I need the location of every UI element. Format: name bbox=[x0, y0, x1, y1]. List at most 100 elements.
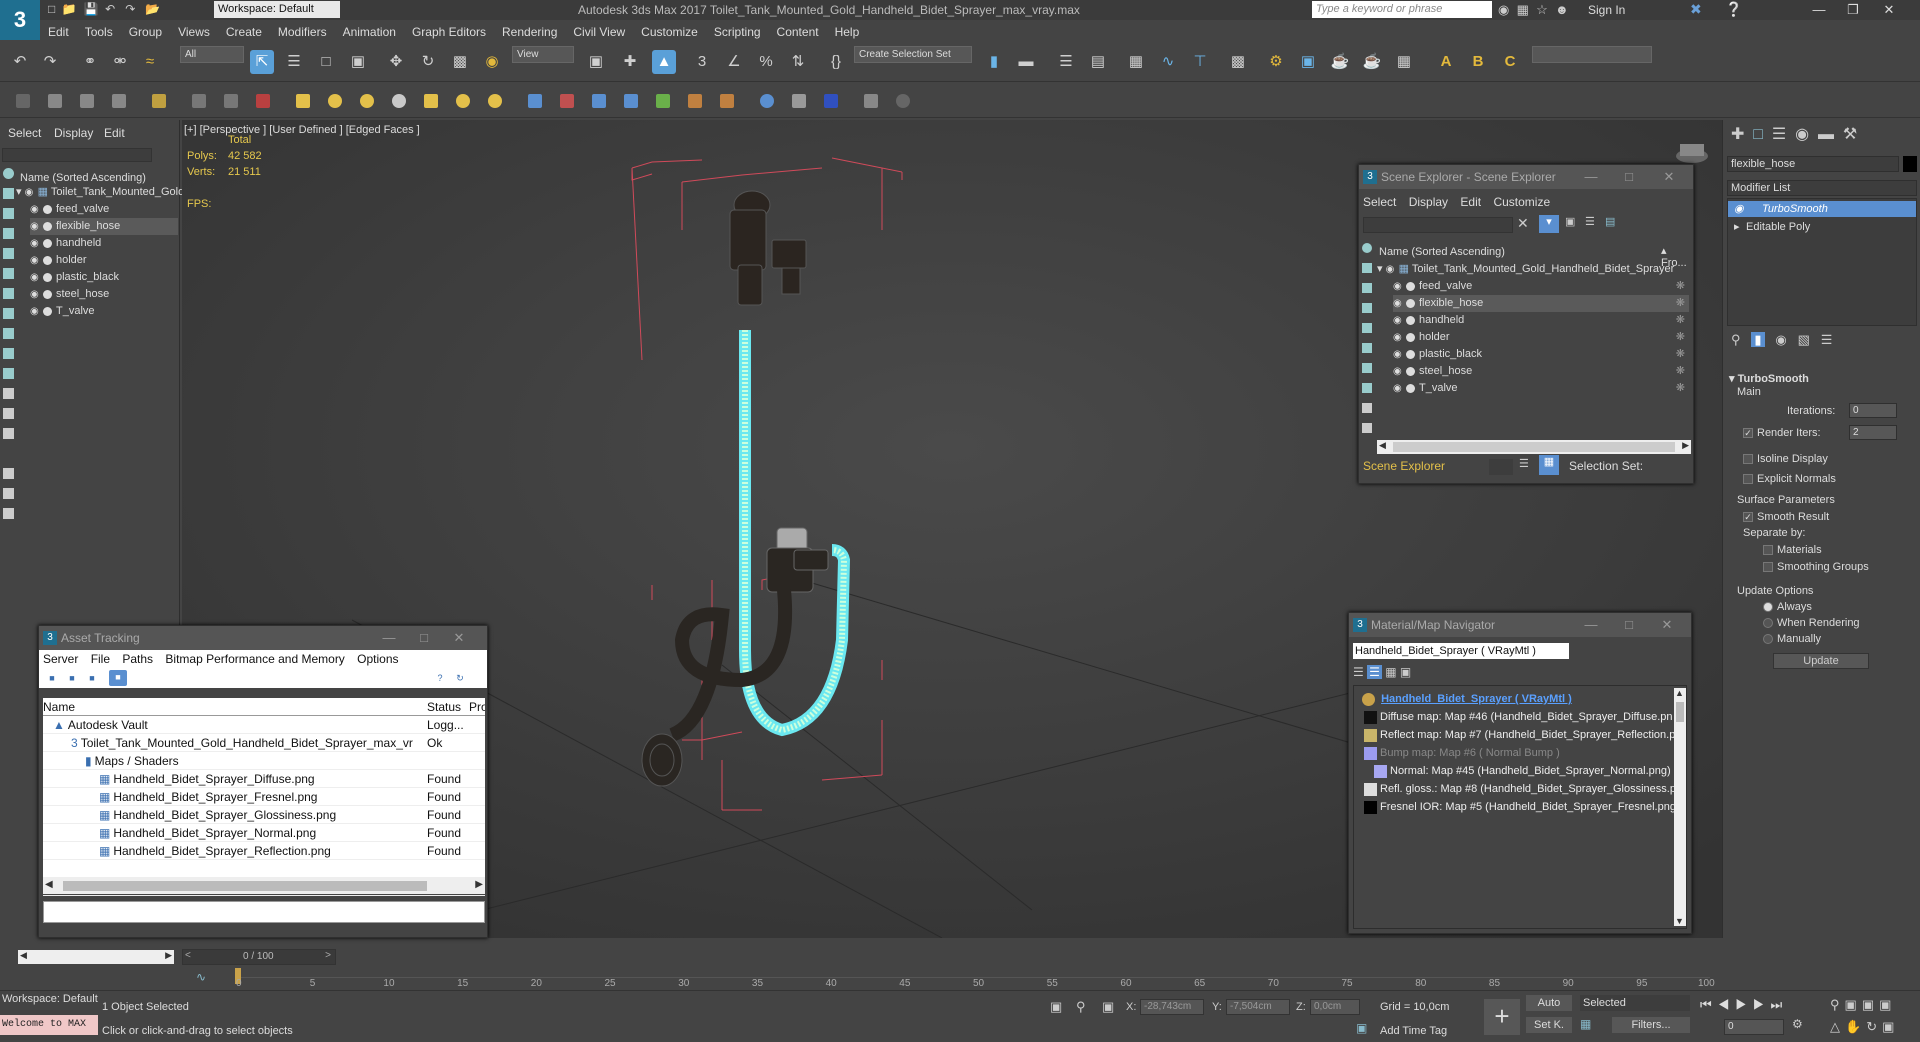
prev-frame-icon[interactable]: < bbox=[185, 950, 191, 961]
materials-checkbox[interactable] bbox=[1763, 545, 1773, 556]
autodesk-exchange-icon[interactable]: ✖ bbox=[1690, 1, 1702, 18]
pin-stack-icon[interactable]: ⚲ bbox=[1731, 332, 1741, 347]
undo-icon[interactable]: ↶ bbox=[105, 2, 115, 16]
side-icon-3[interactable] bbox=[3, 208, 14, 219]
light-icon-5[interactable] bbox=[424, 94, 438, 108]
asset-tracking-titlebar[interactable]: 3 Asset Tracking — □ ✕ bbox=[39, 626, 487, 650]
close-icon[interactable]: ✕ bbox=[1647, 613, 1687, 637]
time-config-icon[interactable]: ⚙ bbox=[1792, 1017, 1803, 1031]
explicit-normals-row[interactable]: Explicit Normals bbox=[1743, 473, 1836, 485]
menu-customize[interactable]: Customize bbox=[633, 21, 706, 41]
isoline-checkbox[interactable] bbox=[1743, 454, 1753, 465]
time-tag-icon[interactable]: ▣ bbox=[1356, 1021, 1367, 1035]
edit-named-selection-icon[interactable]: {} bbox=[824, 50, 848, 74]
side-icon-9[interactable] bbox=[3, 328, 14, 339]
vray-b-icon[interactable]: B bbox=[1466, 50, 1490, 74]
asset-tool-4-icon[interactable]: ■ bbox=[109, 670, 127, 686]
se-side-icon-6[interactable] bbox=[1362, 343, 1372, 353]
asset-help-icon[interactable]: ? bbox=[433, 671, 447, 685]
pivot-center-icon[interactable]: ▣ bbox=[584, 50, 608, 74]
freeze-icon[interactable] bbox=[1406, 298, 1415, 308]
menu-animation[interactable]: Animation bbox=[335, 21, 404, 41]
eye-icon[interactable]: ◉ bbox=[30, 218, 40, 235]
scroll-right-icon[interactable]: ▶ bbox=[475, 879, 483, 890]
light-icon-2[interactable] bbox=[328, 94, 342, 108]
se-side-icon-5[interactable] bbox=[1362, 323, 1372, 333]
eye-icon[interactable]: ◉ bbox=[1734, 201, 1744, 217]
asset-row[interactable]: 3 Toilet_Tank_Mounted_Gold_Handheld_Bidet… bbox=[43, 734, 485, 752]
pan-icon[interactable]: ✋ bbox=[1845, 1019, 1866, 1034]
asset-refresh-icon[interactable]: ↻ bbox=[453, 671, 467, 685]
freeze-icon[interactable] bbox=[43, 306, 52, 316]
tool-icon-8[interactable] bbox=[256, 94, 270, 108]
extra-toolbar-dropdown[interactable] bbox=[1532, 46, 1652, 63]
eye-icon[interactable]: ◉ bbox=[1393, 363, 1403, 380]
lock-icon[interactable]: ▣ bbox=[1565, 215, 1575, 228]
maximize-icon[interactable]: □ bbox=[1609, 613, 1649, 637]
freeze-toggle-icon[interactable]: ❋ bbox=[1676, 363, 1685, 380]
expand-icon[interactable]: ▾ bbox=[1377, 263, 1383, 275]
scroll-thumb[interactable] bbox=[63, 881, 427, 891]
auto-key-button[interactable]: Auto bbox=[1526, 995, 1572, 1011]
star-icon[interactable]: ☆ bbox=[1536, 2, 1548, 17]
view-large-icons-icon[interactable]: ▣ bbox=[1400, 665, 1411, 679]
menu-edit[interactable]: Edit bbox=[40, 21, 77, 41]
update-when-rendering-row[interactable]: When Rendering bbox=[1763, 617, 1860, 629]
se-footer-dropdown[interactable] bbox=[1489, 459, 1513, 475]
tool-icon-2[interactable] bbox=[48, 94, 62, 108]
asset-menu-bitmap[interactable]: Bitmap Performance and Memory bbox=[165, 652, 344, 666]
left-panel-scrollbar[interactable]: ◀ ▶ bbox=[18, 950, 174, 964]
asset-menu-server[interactable]: Server bbox=[43, 652, 78, 666]
stack-item-editable-poly[interactable]: ▸ Editable Poly bbox=[1728, 219, 1916, 235]
vray-help-icon[interactable] bbox=[896, 94, 910, 108]
menu-views[interactable]: Views bbox=[170, 21, 218, 41]
se-side-icon-3[interactable] bbox=[1362, 283, 1372, 293]
col-name[interactable]: Name bbox=[43, 698, 423, 716]
stack-item-turbosmooth[interactable]: ◉ TurboSmooth bbox=[1728, 201, 1916, 217]
smoothing-groups-checkbox[interactable] bbox=[1763, 562, 1773, 573]
redo-icon[interactable]: ↷ bbox=[125, 2, 135, 16]
asset-row[interactable]: ▲ Autodesk Vault Logg... bbox=[43, 716, 485, 734]
geometry-icon-6[interactable] bbox=[688, 94, 702, 108]
matnav-vertical-scrollbar[interactable]: ▲ ▼ bbox=[1674, 688, 1686, 926]
modifier-list-dropdown[interactable]: Modifier List bbox=[1727, 180, 1917, 196]
configure-modifier-icon[interactable]: ☰ bbox=[1821, 332, 1833, 347]
left-tree-item[interactable]: ◉ handheld bbox=[30, 235, 178, 252]
left-search-field[interactable] bbox=[2, 148, 152, 162]
material-map-row[interactable]: Refl. gloss.: Map #8 (Handheld_Bidet_Spr… bbox=[1364, 780, 1678, 798]
vray-fur-icon[interactable] bbox=[824, 94, 838, 108]
update-button[interactable]: Update bbox=[1773, 653, 1869, 669]
col-pro[interactable]: Pro bbox=[469, 698, 485, 716]
toggle-scene-explorer-icon[interactable]: ☰ bbox=[1054, 50, 1078, 74]
remove-modifier-icon[interactable]: ▧ bbox=[1798, 332, 1810, 347]
menu-graph-editors[interactable]: Graph Editors bbox=[404, 21, 494, 41]
smoothing-groups-row[interactable]: Smoothing Groups bbox=[1763, 561, 1869, 573]
material-map-row[interactable]: Fresnel IOR: Map #5 (Handheld_Bidet_Spra… bbox=[1364, 798, 1678, 816]
render-iters-checkbox[interactable]: ✓ bbox=[1743, 428, 1753, 439]
material-map-row[interactable]: Bump map: Map #6 ( Normal Bump ) bbox=[1364, 744, 1678, 762]
keyboard-shortcut-toggle-icon[interactable]: ▲ bbox=[652, 50, 676, 74]
se-tree-item[interactable]: ◉ holder ❋ bbox=[1393, 329, 1689, 346]
layer-stack-icon[interactable]: ☰ bbox=[1519, 457, 1529, 470]
select-manipulate-icon[interactable]: ✚ bbox=[618, 50, 642, 74]
isolate-selection-icon[interactable]: ▣ bbox=[1050, 999, 1062, 1015]
isoline-row[interactable]: Isoline Display bbox=[1743, 453, 1828, 465]
maximize-viewport-icon[interactable]: ▣ bbox=[1882, 1019, 1899, 1034]
left-tree-item[interactable]: ◉ holder bbox=[30, 252, 178, 269]
left-tree-item[interactable]: ◉ steel_hose bbox=[30, 286, 178, 303]
freeze-toggle-icon[interactable]: ❋ bbox=[1676, 278, 1685, 295]
asset-menu-file[interactable]: File bbox=[91, 652, 110, 666]
set-key-icon[interactable]: + bbox=[1484, 999, 1520, 1035]
side-icon-8[interactable] bbox=[3, 308, 14, 319]
app-logo[interactable]: 3 bbox=[0, 0, 40, 40]
asset-tool-3-icon[interactable]: ■ bbox=[85, 671, 99, 685]
geometry-icon-1[interactable] bbox=[528, 94, 542, 108]
freeze-toggle-icon[interactable]: ❋ bbox=[1676, 329, 1685, 346]
minimize-icon[interactable]: — bbox=[1571, 165, 1611, 189]
se-tree-item[interactable]: ◉ flexible_hose ❋ bbox=[1393, 295, 1689, 312]
feed-valve-mesh[interactable] bbox=[641, 733, 683, 787]
zoom-icon[interactable]: ⚲ bbox=[1830, 997, 1845, 1012]
menu-content[interactable]: Content bbox=[769, 21, 827, 41]
se-tree-item[interactable]: ◉ T_valve ❋ bbox=[1393, 380, 1689, 397]
eye-icon[interactable]: ◉ bbox=[1393, 329, 1403, 346]
